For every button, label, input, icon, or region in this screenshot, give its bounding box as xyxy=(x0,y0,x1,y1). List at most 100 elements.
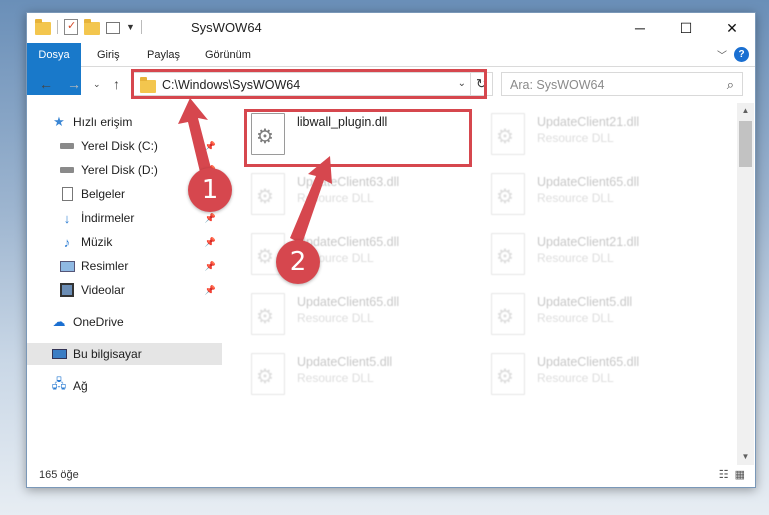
dll-file-icon: ⚙ xyxy=(491,353,525,395)
file-item[interactable]: ⚙ UpdateClient21.dll Resource DLL xyxy=(487,231,707,283)
gear-icon: ⚙ xyxy=(496,126,514,148)
close-button[interactable]: ✕ xyxy=(709,13,755,43)
navigation-pane: ★ Hızlı erişim Yerel Disk (C:) 📌 Yerel D… xyxy=(27,103,222,463)
scroll-thumb[interactable] xyxy=(739,121,752,167)
file-type: Resource DLL xyxy=(297,191,374,205)
scroll-down-icon[interactable]: ▼ xyxy=(737,449,754,465)
gear-icon: ⚙ xyxy=(256,186,274,208)
quick-access-toolbar: ▼ xyxy=(35,18,142,35)
file-type: Resource DLL xyxy=(297,311,374,325)
properties-icon[interactable] xyxy=(64,19,78,35)
file-type: Resource DLL xyxy=(537,251,614,265)
tab-view[interactable]: Görünüm xyxy=(205,43,251,67)
divider xyxy=(57,20,58,34)
file-name: UpdateClient5.dll xyxy=(537,295,633,309)
file-type: Resource DLL xyxy=(537,371,614,385)
scroll-up-icon[interactable]: ▲ xyxy=(737,103,754,119)
customize-toolbar-chevron-icon[interactable]: ▼ xyxy=(126,22,135,32)
minimize-button[interactable]: ─ xyxy=(617,13,663,43)
search-icon[interactable]: ⌕ xyxy=(727,77,734,93)
tab-share[interactable]: Paylaş xyxy=(147,43,180,67)
sidebar-item-label: Yerel Disk (D:) xyxy=(81,163,158,177)
dll-file-icon: ⚙ xyxy=(491,233,525,275)
pin-icon[interactable]: 📌 xyxy=(205,261,216,272)
pin-icon[interactable]: 📌 xyxy=(205,285,216,296)
star-icon: ★ xyxy=(53,114,65,129)
sidebar-item-label: OneDrive xyxy=(73,315,124,329)
new-folder-icon[interactable] xyxy=(84,18,100,35)
tab-home[interactable]: Giriş xyxy=(97,43,120,67)
sidebar-item-this-pc[interactable]: Bu bilgisayar xyxy=(27,343,222,365)
pin-icon[interactable]: 📌 xyxy=(205,213,216,224)
window-title: SysWOW64 xyxy=(191,20,262,35)
folder-icon[interactable] xyxy=(35,18,51,35)
maximize-button[interactable]: ☐ xyxy=(663,13,709,43)
sidebar-item-music[interactable]: ♪ Müzik 📌 xyxy=(27,231,222,253)
file-item[interactable]: ⚙ UpdateClient21.dll Resource DLL xyxy=(487,111,707,163)
vertical-scrollbar[interactable]: ▲ ▼ xyxy=(737,103,754,465)
ribbon-expand-chevron-icon[interactable]: ﹀ xyxy=(717,47,727,62)
search-placeholder: Ara: SysWOW64 xyxy=(510,78,605,92)
gear-icon: ⚙ xyxy=(256,246,274,268)
sidebar-item-videos[interactable]: Videolar 📌 xyxy=(27,279,222,301)
details-view-icon[interactable]: ☷ xyxy=(719,468,729,481)
file-item[interactable]: ⚙ UpdateClient5.dll Resource DLL xyxy=(487,291,707,343)
pin-icon[interactable]: 📌 xyxy=(205,237,216,248)
recent-locations-chevron-icon[interactable]: ⌄ xyxy=(93,79,101,90)
file-type: Resource DLL xyxy=(537,131,614,145)
music-icon: ♪ xyxy=(63,234,71,250)
computer-icon xyxy=(51,346,67,362)
title-bar: ▼ SysWOW64 ─ ☐ ✕ xyxy=(27,13,755,43)
item-count: 165 öğe xyxy=(39,469,79,481)
pin-icon[interactable]: 📌 xyxy=(205,141,216,152)
sidebar-item-quick-access[interactable]: ★ Hızlı erişim xyxy=(27,111,222,133)
address-highlight-box xyxy=(131,69,487,99)
ribbon-tabs: Dosya Giriş Paylaş Görünüm ﹀ ? xyxy=(27,43,755,95)
sidebar-item-label: Belgeler xyxy=(81,187,126,201)
back-arrow-icon[interactable]: ← xyxy=(39,76,53,92)
drive-icon xyxy=(59,138,75,154)
sidebar-item-local-disk-c[interactable]: Yerel Disk (C:) 📌 xyxy=(27,135,222,157)
sidebar-item-network[interactable]: 🖧 Ağ xyxy=(27,375,222,397)
sidebar-item-pictures[interactable]: Resimler 📌 xyxy=(27,255,222,277)
up-arrow-icon[interactable]: ↑ xyxy=(113,76,120,92)
file-highlight-box xyxy=(244,109,472,167)
forward-arrow-icon[interactable]: → xyxy=(67,76,81,92)
downloads-icon: ↓ xyxy=(63,210,71,226)
file-item[interactable]: ⚙ UpdateClient63.dll Resource DLL xyxy=(247,171,467,223)
dll-file-icon: ⚙ xyxy=(491,293,525,335)
sidebar-item-label: Ağ xyxy=(73,379,88,393)
file-item[interactable]: ⚙ UpdateClient5.dll Resource DLL xyxy=(247,351,467,403)
dll-file-icon: ⚙ xyxy=(251,173,285,215)
dll-file-icon: ⚙ xyxy=(251,293,285,335)
gear-icon: ⚙ xyxy=(496,186,514,208)
file-name: UpdateClient65.dll xyxy=(297,295,400,309)
sidebar-item-label: Resimler xyxy=(81,259,129,273)
sidebar-item-label: İndirmeler xyxy=(81,211,135,225)
help-button[interactable]: ? xyxy=(734,47,749,62)
dll-file-icon: ⚙ xyxy=(251,353,285,395)
file-name: UpdateClient21.dll xyxy=(537,235,640,249)
sidebar-item-onedrive[interactable]: ☁ OneDrive xyxy=(27,311,222,333)
gear-icon: ⚙ xyxy=(256,306,274,328)
sidebar-item-label: Müzik xyxy=(81,235,113,249)
large-icons-view-icon[interactable]: ▦ xyxy=(735,468,745,481)
status-bar: 165 öğe ☷ ▦ xyxy=(27,465,755,487)
sidebar-item-downloads[interactable]: ↓ İndirmeler 📌 xyxy=(27,207,222,229)
file-name: UpdateClient21.dll xyxy=(537,115,640,129)
search-input[interactable]: Ara: SysWOW64 ⌕ xyxy=(501,72,743,96)
sidebar-item-label: Yerel Disk (C:) xyxy=(81,139,158,153)
file-item[interactable]: ⚙ UpdateClient65.dll Resource DLL xyxy=(487,351,707,403)
gear-icon: ⚙ xyxy=(256,366,274,388)
file-type: Resource DLL xyxy=(537,311,614,325)
file-type: Resource DLL xyxy=(297,371,374,385)
cloud-icon: ☁ xyxy=(52,314,66,329)
file-item[interactable]: ⚙ UpdateClient65.dll Resource DLL xyxy=(487,171,707,223)
gear-icon: ⚙ xyxy=(496,366,514,388)
gear-icon: ⚙ xyxy=(496,306,514,328)
file-item[interactable]: ⚙ UpdateClient65.dll Resource DLL xyxy=(247,291,467,343)
network-icon: 🖧 xyxy=(51,376,67,391)
rename-icon[interactable] xyxy=(106,22,120,34)
sidebar-item-label: Videolar xyxy=(81,283,125,297)
pictures-icon xyxy=(59,258,75,274)
